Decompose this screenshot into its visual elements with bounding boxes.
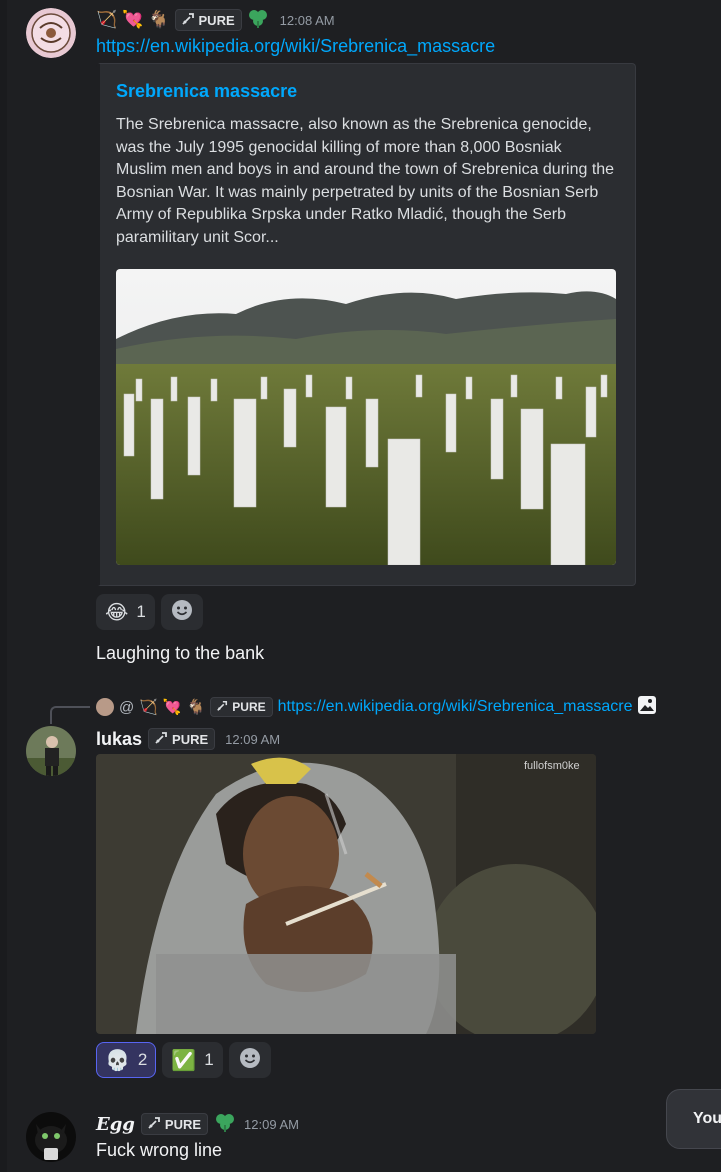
channel-edge bbox=[0, 0, 7, 1172]
wikipedia-link[interactable]: https://en.wikipedia.org/wiki/Srebrenica… bbox=[96, 36, 495, 57]
reaction-count: 1 bbox=[204, 1050, 214, 1069]
goat-emoji: 🐐 bbox=[148, 10, 170, 29]
goat-emoji: 🐐 bbox=[186, 699, 206, 716]
smiley-icon bbox=[239, 1047, 261, 1074]
role-badge-label: PURE bbox=[172, 731, 209, 747]
embed-image[interactable] bbox=[116, 269, 616, 565]
message-text: Fuck wrong line bbox=[96, 1140, 223, 1160]
sword-icon bbox=[181, 12, 195, 29]
laughing-emoji: 😂 bbox=[105, 601, 129, 624]
reaction-count: 2 bbox=[137, 1050, 148, 1069]
reaction-skull[interactable]: 💀 2 bbox=[96, 1042, 157, 1078]
username[interactable]: lukas bbox=[96, 729, 142, 750]
message-header: Egg PURE 12:09 AM bbox=[96, 1112, 299, 1136]
bow-and-arrow-emoji: 🏹 bbox=[139, 699, 158, 716]
avatar[interactable] bbox=[26, 1112, 76, 1162]
toast-text: You' bbox=[693, 1110, 721, 1127]
role-badge[interactable]: PURE bbox=[148, 728, 216, 750]
timestamp: 12:09 AM bbox=[244, 1116, 299, 1132]
reply-link: https://en.wikipedia.org/wiki/Srebrenica… bbox=[277, 698, 633, 715]
link-embed: Srebrenica massacre The Srebrenica massa… bbox=[96, 63, 636, 586]
check-mark-emoji: ✅ bbox=[171, 1049, 197, 1072]
message-header: 🏹 💘 🐐 PURE 12:08 AM bbox=[96, 8, 335, 32]
add-reaction-button[interactable] bbox=[160, 594, 203, 630]
role-badge[interactable]: PURE bbox=[174, 9, 242, 31]
reply-preview[interactable]: @ 🏹 💘 🐐 PURE https://en.wikipedia.org/wi… bbox=[96, 695, 657, 720]
sword-icon bbox=[216, 700, 228, 715]
sparkling-heart-emoji: 💘 bbox=[122, 10, 144, 29]
gif-watermark: fullofsm0ke bbox=[524, 760, 580, 772]
clover-icon bbox=[247, 8, 269, 33]
reaction-check[interactable]: ✅ 1 bbox=[162, 1042, 223, 1078]
reply-mention: @ bbox=[119, 698, 135, 716]
timestamp: 12:09 AM bbox=[225, 731, 281, 747]
avatar[interactable] bbox=[26, 8, 76, 58]
message-header: lukas PURE 12:09 AM bbox=[96, 727, 280, 751]
image-icon bbox=[637, 695, 657, 720]
timestamp: 12:08 AM bbox=[279, 12, 335, 28]
reaction-laughing[interactable]: 😂 1 bbox=[96, 594, 155, 630]
username[interactable]: Egg bbox=[96, 1114, 135, 1135]
avatar[interactable] bbox=[26, 726, 76, 776]
role-badge-label: PURE bbox=[232, 700, 266, 714]
reply-avatar bbox=[96, 698, 114, 716]
clover-icon bbox=[214, 1112, 236, 1137]
notification-toast[interactable]: You' bbox=[666, 1089, 721, 1149]
role-badge-label: PURE bbox=[198, 12, 235, 28]
reactions-bar: 😂 1 bbox=[96, 594, 203, 630]
gif-attachment[interactable]: fullofsm0ke bbox=[96, 754, 596, 1034]
role-badge-label: PURE bbox=[164, 1116, 202, 1132]
reply-spine bbox=[50, 706, 90, 724]
skull-emoji: 💀 bbox=[105, 1049, 130, 1072]
message-text: Laughing to the bank bbox=[96, 643, 265, 663]
embed-title[interactable]: Srebrenica massacre bbox=[116, 81, 297, 102]
sparkling-heart-emoji: 💘 bbox=[162, 699, 182, 716]
role-badge: PURE bbox=[210, 697, 273, 717]
reactions-bar: 💀 2 ✅ 1 bbox=[96, 1042, 271, 1078]
sword-icon bbox=[147, 1116, 161, 1133]
reaction-count: 1 bbox=[136, 602, 146, 621]
add-reaction-button[interactable] bbox=[228, 1042, 271, 1078]
role-badge[interactable]: PURE bbox=[140, 1113, 209, 1135]
sword-icon bbox=[154, 731, 168, 748]
bow-and-arrow-emoji: 🏹 bbox=[96, 10, 118, 29]
embed-description: The Srebrenica massacre, also known as t… bbox=[116, 116, 615, 246]
smiley-icon bbox=[171, 599, 193, 626]
